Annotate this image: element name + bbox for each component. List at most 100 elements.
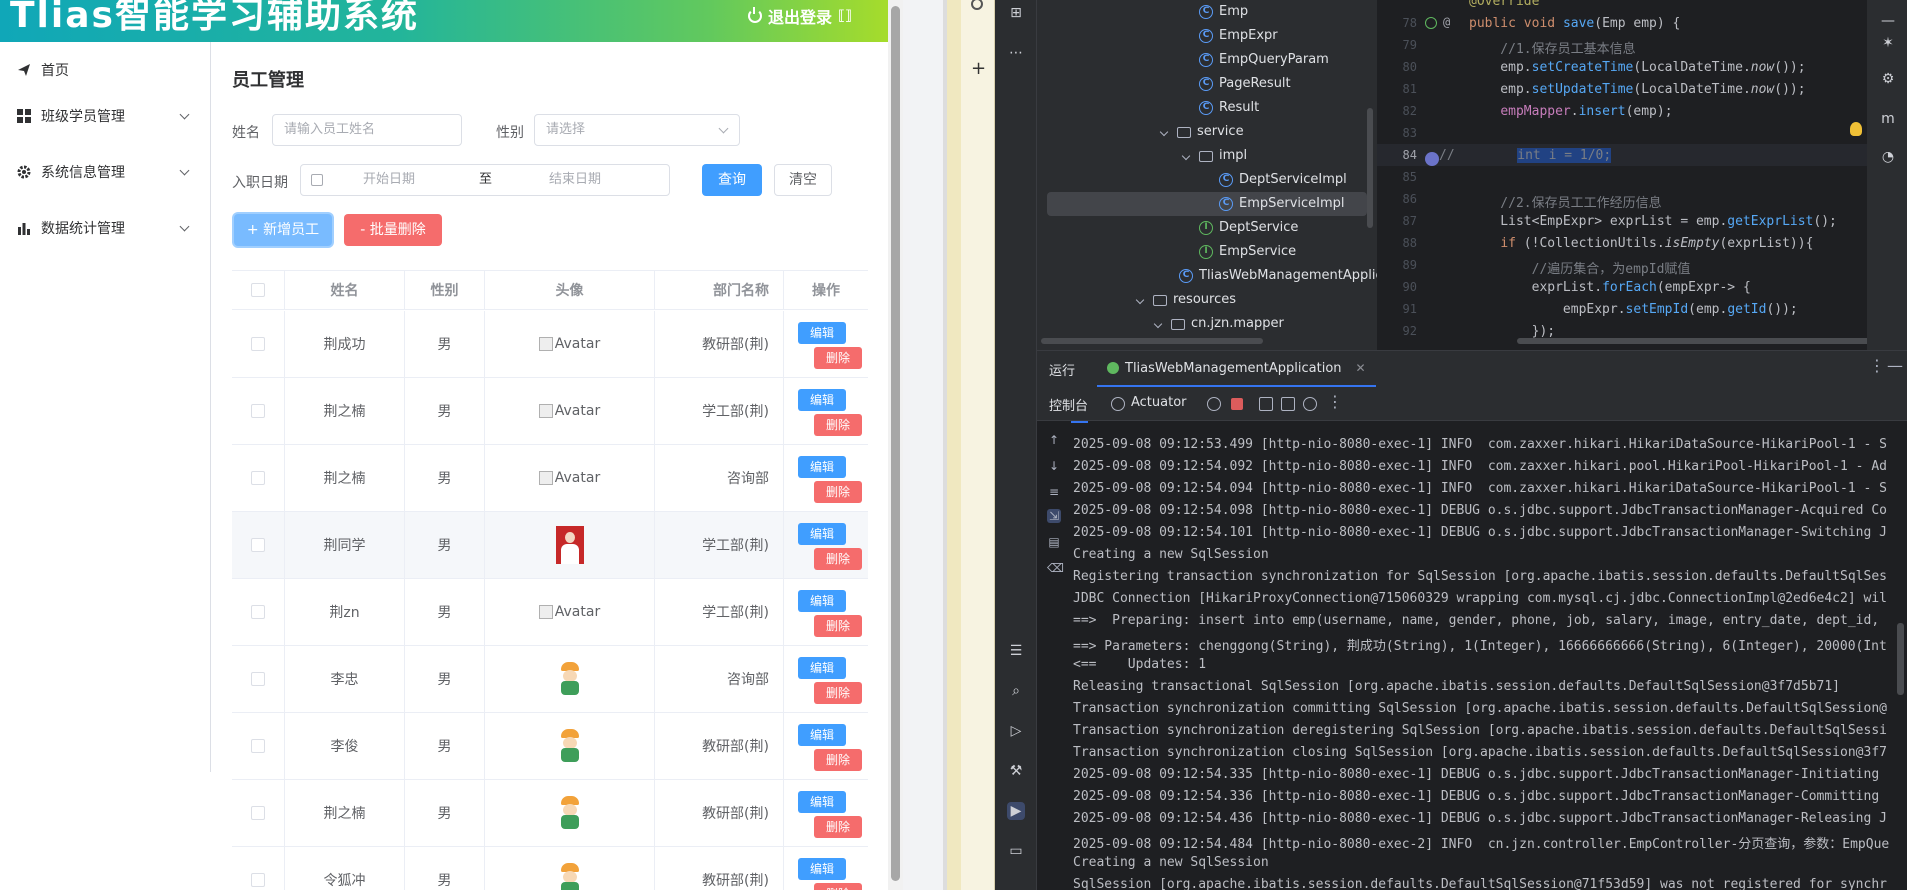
- chevron-down-icon[interactable]: [1181, 151, 1191, 161]
- print-icon[interactable]: ▤: [1047, 535, 1061, 549]
- edit-button[interactable]: 编辑: [798, 456, 846, 478]
- row-checkbox[interactable]: [251, 739, 265, 753]
- edit-button[interactable]: 编辑: [798, 858, 846, 880]
- delete-button[interactable]: 删除: [814, 548, 862, 570]
- database-icon[interactable]: ☰: [1007, 642, 1025, 660]
- tab-run-configuration[interactable]: TliasWebManagementApplication ✕: [1097, 351, 1376, 387]
- tree-item-cn-jzn-mapper[interactable]: cn.jzn.mapper: [1153, 312, 1284, 336]
- scroll-up-icon[interactable]: ↑: [1047, 433, 1061, 447]
- entry-date-range-picker[interactable]: 开始日期 至 结束日期: [300, 164, 670, 196]
- edit-button[interactable]: 编辑: [798, 791, 846, 813]
- name-input[interactable]: 请输入员工姓名: [272, 114, 462, 146]
- minimize-icon[interactable]: —: [1887, 356, 1903, 375]
- column-header-avatar[interactable]: 头像: [485, 271, 655, 309]
- scroll-to-end-icon[interactable]: ⇲: [1047, 509, 1061, 523]
- notifications-icon[interactable]: —: [1879, 12, 1897, 30]
- maven-icon[interactable]: m: [1879, 110, 1897, 128]
- tree-item-deptservice[interactable]: I DeptService: [1199, 216, 1298, 240]
- ai-assist-icon[interactable]: [1425, 152, 1439, 166]
- tree-item-pageresult[interactable]: C PageResult: [1199, 72, 1291, 96]
- logout-button[interactable]: 退出登录 ⟦⟧: [748, 4, 852, 28]
- more-options-icon[interactable]: ⋮: [1869, 356, 1885, 375]
- services-icon[interactable]: ▷: [1007, 722, 1025, 740]
- tree-item-empqueryparam[interactable]: C EmpQueryParam: [1199, 48, 1329, 72]
- edit-button[interactable]: 编辑: [798, 523, 846, 545]
- console-v-scrollbar[interactable]: [1897, 623, 1904, 695]
- row-checkbox[interactable]: [251, 873, 265, 887]
- column-header-dept[interactable]: 部门名称: [655, 271, 784, 309]
- tab-actuator[interactable]: Actuator: [1131, 395, 1187, 410]
- batch-delete-button[interactable]: - 批量删除: [344, 214, 442, 246]
- ai-icon[interactable]: ✶: [1879, 34, 1897, 52]
- copilot-icon[interactable]: ⚙: [1879, 70, 1897, 88]
- project-v-scrollbar[interactable]: [1367, 108, 1373, 228]
- implement-marker-icon[interactable]: [1425, 17, 1437, 29]
- find-icon[interactable]: ⌕: [1007, 682, 1025, 700]
- column-header-name[interactable]: 姓名: [285, 271, 405, 309]
- delete-button[interactable]: 删除: [814, 615, 862, 637]
- table-row[interactable]: 荆成功 男 Avatar 教研部(荆) 编辑 删除: [232, 311, 868, 378]
- table-row[interactable]: 荆之楠 男 Avatar 学工部(荆) 编辑 删除: [232, 378, 868, 445]
- code-editor[interactable]: @Override 78 79 80 81 82 83 84 85 86 87 88 89 90 91 92…: [1377, 0, 1907, 350]
- sidebar-item-statistics[interactable]: 数据统计管理: [0, 200, 210, 256]
- delete-button[interactable]: 删除: [814, 347, 862, 369]
- page-scrollbar-thumb[interactable]: [891, 6, 900, 881]
- override-marker-icon[interactable]: @: [1443, 15, 1450, 29]
- edit-button[interactable]: 编辑: [798, 657, 846, 679]
- column-header-gender[interactable]: 性别: [405, 271, 485, 309]
- tree-item-resources[interactable]: resources: [1135, 288, 1236, 312]
- edit-button[interactable]: 编辑: [798, 590, 846, 612]
- start-date-input[interactable]: 开始日期: [363, 165, 415, 195]
- scroll-down-icon[interactable]: ↓: [1047, 459, 1061, 473]
- tree-item-result[interactable]: C Result: [1199, 96, 1259, 120]
- tree-item-service[interactable]: service: [1159, 120, 1244, 144]
- chevron-down-icon[interactable]: [1159, 127, 1169, 137]
- sidebar-item-class-students[interactable]: 班级学员管理: [0, 88, 210, 144]
- table-row[interactable]: 李俊 男 教研部(荆) 编辑 删除: [232, 713, 868, 780]
- row-checkbox[interactable]: [251, 605, 265, 619]
- row-checkbox[interactable]: [251, 538, 265, 552]
- table-row[interactable]: 荆之楠 男 教研部(荆) 编辑 删除: [232, 780, 868, 847]
- table-row[interactable]: 令狐冲 男 教研部(荆) 编辑 删除: [232, 847, 868, 890]
- trash-icon[interactable]: ⌫: [1047, 561, 1064, 575]
- rerun-icon[interactable]: [1207, 397, 1221, 411]
- table-row[interactable]: 荆同学 男 学工部(荆) 编辑 删除: [232, 512, 868, 579]
- edit-button[interactable]: 编辑: [798, 322, 846, 344]
- run-tool-icon[interactable]: ▶: [1007, 802, 1025, 820]
- edit-button[interactable]: 编辑: [798, 724, 846, 746]
- search-icon[interactable]: [971, 0, 983, 10]
- row-checkbox[interactable]: [251, 672, 265, 686]
- tree-item-empservice[interactable]: I EmpService: [1199, 240, 1296, 264]
- settings-icon[interactable]: [1303, 397, 1317, 411]
- delete-button[interactable]: 删除: [814, 816, 862, 838]
- page-scrollbar[interactable]: [888, 0, 903, 890]
- tree-item-impl[interactable]: impl: [1181, 144, 1247, 168]
- close-icon[interactable]: ✕: [1356, 361, 1366, 375]
- sidebar-item-system-info[interactable]: 系统信息管理: [0, 144, 210, 200]
- row-checkbox[interactable]: [251, 471, 265, 485]
- tree-item-emp[interactable]: C Emp: [1199, 0, 1248, 24]
- build-icon[interactable]: ⚒: [1007, 762, 1025, 780]
- screenshot-icon[interactable]: [1259, 397, 1273, 411]
- row-checkbox[interactable]: [251, 337, 265, 351]
- stop-icon[interactable]: [1231, 398, 1243, 410]
- delete-button[interactable]: 删除: [814, 414, 862, 436]
- more-icon[interactable]: ⋯: [1007, 44, 1025, 62]
- add-employee-button[interactable]: + 新增员工: [234, 214, 332, 246]
- console-output[interactable]: 2025-09-08 09:12:53.499 [http-nio-8080-e…: [1071, 421, 1907, 890]
- table-row[interactable]: 荆之楠 男 Avatar 咨询部 编辑 删除: [232, 445, 868, 512]
- tab-console[interactable]: 控制台: [1049, 395, 1089, 423]
- end-date-input[interactable]: 结束日期: [549, 165, 601, 195]
- delete-button[interactable]: 删除: [814, 682, 862, 704]
- tree-item-empserviceimpl[interactable]: C EmpServiceImpl: [1047, 192, 1367, 216]
- gender-select[interactable]: 请选择: [534, 114, 740, 146]
- chevron-down-icon[interactable]: [1135, 295, 1145, 305]
- query-button[interactable]: 查询: [702, 164, 762, 196]
- project-h-scrollbar[interactable]: [1041, 338, 1263, 344]
- delete-button[interactable]: 删除: [814, 749, 862, 771]
- table-row[interactable]: 荆zn 男 Avatar 学工部(荆) 编辑 删除: [232, 579, 868, 646]
- editor-h-scrollbar[interactable]: [1517, 338, 1893, 344]
- delete-button[interactable]: 删除: [814, 883, 862, 890]
- delete-button[interactable]: 删除: [814, 481, 862, 503]
- soft-wrap-icon[interactable]: ≡: [1047, 485, 1061, 499]
